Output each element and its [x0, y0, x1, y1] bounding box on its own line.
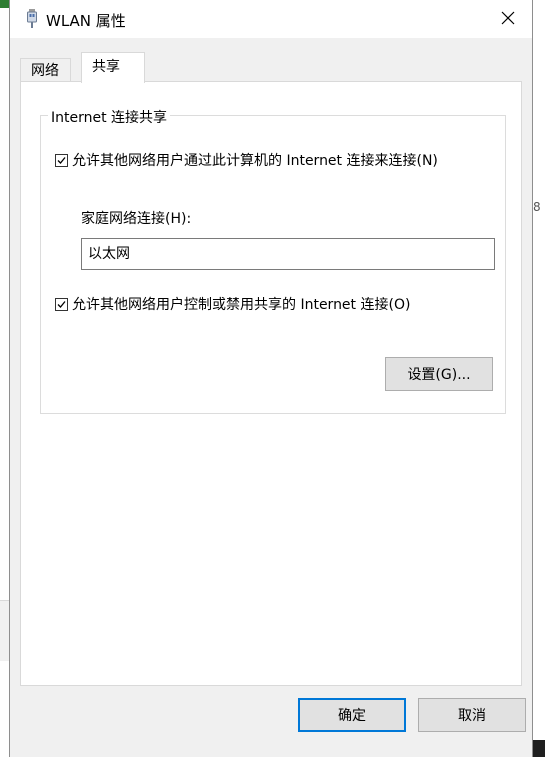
window-title: WLAN 属性 — [46, 12, 126, 30]
close-button[interactable] — [494, 6, 522, 34]
allow-connect-label: 允许其他网络用户通过此计算机的 Internet 连接来连接(N) — [72, 153, 438, 169]
home-network-select[interactable]: 以太网 — [81, 238, 495, 270]
settings-button[interactable]: 设置(G)... — [385, 357, 493, 391]
allow-control-row[interactable]: 允许其他网络用户控制或禁用共享的 Internet 连接(O) — [55, 294, 410, 314]
group-title: Internet 连接共享 — [48, 107, 171, 127]
sharing-panel: Internet 连接共享 允许其他网络用户通过此计算机的 Internet 连… — [20, 81, 522, 686]
background-panel-strip — [0, 600, 9, 661]
allow-connect-checkbox[interactable] — [55, 153, 68, 167]
allow-control-checkbox[interactable] — [55, 297, 68, 311]
background-app-icon — [0, 0, 9, 8]
ok-button[interactable]: 确定 — [298, 698, 406, 732]
checkmark-icon — [57, 156, 66, 164]
close-icon — [501, 11, 515, 29]
allow-connect-row[interactable]: 允许其他网络用户通过此计算机的 Internet 连接来连接(N) — [55, 150, 438, 170]
tab-sharing[interactable]: 共享 — [81, 52, 145, 83]
title-bar: WLAN 属性 — [10, 0, 532, 38]
cancel-button[interactable]: 取消 — [418, 698, 526, 732]
tab-strip: 网络 共享 — [20, 52, 520, 83]
allow-control-label: 允许其他网络用户控制或禁用共享的 Internet 连接(O) — [72, 297, 411, 313]
network-adapter-icon — [26, 9, 38, 29]
internet-sharing-group: Internet 连接共享 允许其他网络用户通过此计算机的 Internet 连… — [40, 107, 506, 414]
properties-dialog: WLAN 属性 网络 共享 Internet 连接共享 允许其他网络用户通过此计… — [9, 0, 533, 757]
checkmark-icon — [57, 300, 66, 308]
tab-network[interactable]: 网络 — [20, 58, 71, 82]
background-right-text: 8 — [533, 200, 541, 214]
home-network-label: 家庭网络连接(H): — [81, 211, 192, 227]
